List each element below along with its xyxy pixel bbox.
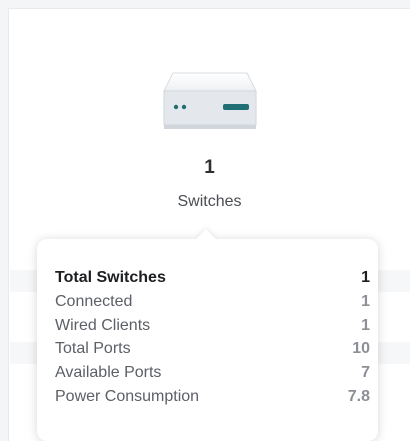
available-ports-label: Available Ports xyxy=(55,364,162,382)
power-consumption-label: Power Consumption xyxy=(55,387,200,405)
power-consumption-value: 7.8 xyxy=(347,387,370,405)
available-ports-row: Available Ports 7 xyxy=(55,361,370,385)
wired-clients-label: Wired Clients xyxy=(55,316,151,334)
total-ports-label: Total Ports xyxy=(55,340,131,358)
switch-count: 1 xyxy=(204,157,215,178)
connected-row: Connected 1 xyxy=(55,290,370,314)
total-switches-label: Total Switches xyxy=(55,269,166,286)
power-consumption-row: Power Consumption 7.8 xyxy=(55,385,370,409)
switch-details-tooltip: Total Switches 1 Connected 1 Wired Clien… xyxy=(37,239,378,441)
switch-device-icon xyxy=(163,72,257,129)
tooltip-rows: Total Switches 1 Connected 1 Wired Clien… xyxy=(55,266,370,409)
available-ports-value: 7 xyxy=(361,364,370,382)
total-switches-row: Total Switches 1 xyxy=(55,266,370,290)
total-ports-row: Total Ports 10 xyxy=(55,337,370,361)
wired-clients-value: 1 xyxy=(361,316,370,334)
switches-summary-card[interactable]: 1 Switches Total Switches 1 Connected 1 … xyxy=(8,8,410,441)
connected-label: Connected xyxy=(55,292,133,310)
connected-value: 1 xyxy=(361,292,370,310)
total-switches-value: 1 xyxy=(361,269,370,286)
switch-label: Switches xyxy=(177,193,242,210)
total-ports-value: 10 xyxy=(352,340,370,358)
wired-clients-row: Wired Clients 1 xyxy=(55,314,370,338)
